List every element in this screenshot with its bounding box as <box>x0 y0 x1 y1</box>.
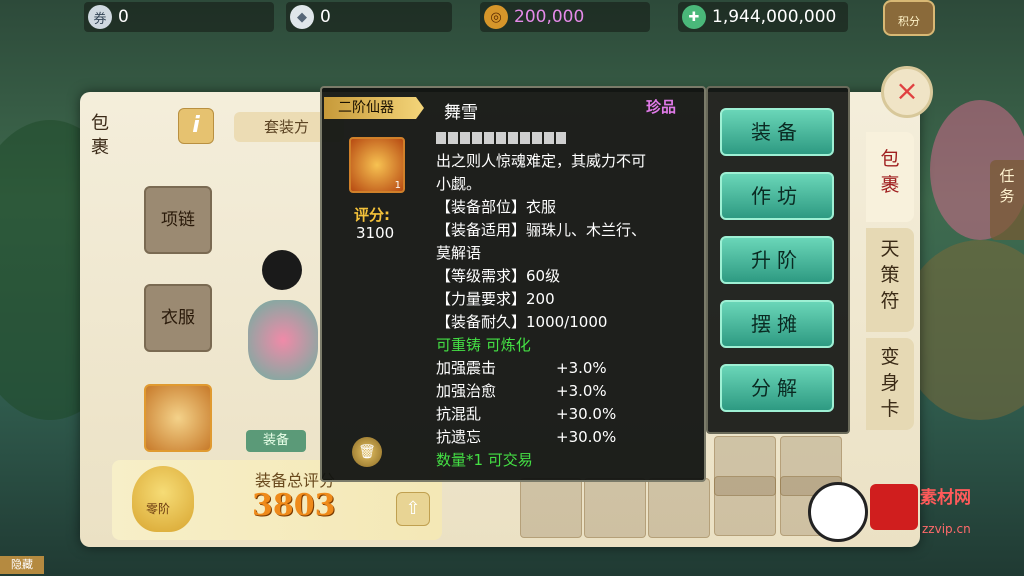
desc-line: 【装备耐久】1000/1000 <box>436 313 608 331</box>
stat-row: 加强震击 +3.0% <box>436 357 696 380</box>
panel-title: 包裹 <box>91 113 109 158</box>
character-body <box>248 300 318 380</box>
hide-chat-button[interactable]: 隐藏 <box>0 556 44 574</box>
resource-value: 0 <box>320 7 331 27</box>
resource-silver-ticket: 券 0 <box>84 2 274 32</box>
inventory-cell[interactable] <box>714 476 776 536</box>
resource-value: 0 <box>118 7 129 27</box>
upgrade-arrow-button[interactable]: ⇧ <box>396 492 430 526</box>
bar-segment <box>496 132 506 144</box>
stat-row: 抗混乱 +30.0% <box>436 403 696 426</box>
clothes-slot[interactable]: 衣服 <box>144 284 212 352</box>
bar-segment <box>448 132 458 144</box>
rank-label: 零阶 <box>146 502 171 516</box>
desc-line: 出之则人惊魂难定，其威力不可 <box>436 152 647 170</box>
score-button-label: 积分 <box>898 15 920 28</box>
bar-segment <box>484 132 494 144</box>
panda-logo <box>808 482 868 542</box>
coin-icon: ◎ <box>484 5 508 29</box>
stat-value: +30.0% <box>556 405 617 423</box>
info-button[interactable]: i <box>178 108 214 144</box>
desc-line: 【装备适用】骊珠儿、木兰行、 <box>436 221 647 239</box>
ticket-icon: 券 <box>88 5 112 29</box>
durability-bars <box>436 132 566 144</box>
stat-value: +3.0% <box>556 382 607 400</box>
bar-segment <box>544 132 554 144</box>
desc-line: 【装备部位】衣服 <box>436 198 557 216</box>
tab-label: 天策符 <box>880 238 900 312</box>
necklace-slot[interactable]: 项链 <box>144 186 212 254</box>
watermark-seal <box>870 484 918 530</box>
stat-name: 抗混乱 <box>436 405 482 423</box>
tab-bag[interactable]: 包裹 <box>866 132 914 222</box>
upgrade-button[interactable]: 升阶 <box>720 236 834 284</box>
up-arrow-icon: ⇧ <box>405 498 421 519</box>
item-icon: 1 <box>349 137 405 193</box>
stat-name: 加强治愈 <box>436 382 497 400</box>
stat-name: 抗遗忘 <box>436 428 482 446</box>
bar-segment <box>460 132 470 144</box>
desc-line: 【等级需求】60级 <box>436 267 561 285</box>
resource-silver-ingot: ◆ 0 <box>286 2 452 32</box>
equip-button[interactable]: 装备 <box>720 108 834 156</box>
tab-label: 包裹 <box>880 148 900 196</box>
resource-gems: ✚ 1,944,000,000 <box>678 2 848 32</box>
resource-value: 1,944,000,000 <box>712 7 837 27</box>
bar-segment <box>556 132 566 144</box>
stat-value: +3.0% <box>556 359 607 377</box>
ingot-icon: ◆ <box>290 5 314 29</box>
reforge-line: 可重铸 可炼化 <box>436 336 531 354</box>
inventory-cell[interactable] <box>584 478 646 538</box>
stat-row: 加强治愈 +3.0% <box>436 380 696 403</box>
desc-line: 小觑。 <box>436 175 482 193</box>
decompose-button[interactable]: 分解 <box>720 364 834 412</box>
bar-segment <box>520 132 530 144</box>
item-name: 舞雪 <box>444 103 478 123</box>
quantity-line: 数量*1 可交易 <box>436 451 533 469</box>
desc-line: 【力量要求】200 <box>436 290 555 308</box>
item-icon-badge: 1 <box>394 180 401 191</box>
close-icon: × <box>895 74 919 107</box>
grade-tag: 二阶仙器 <box>324 97 424 119</box>
task-tab-label: 任务 <box>999 167 1015 205</box>
jade-icon: ✚ <box>682 5 706 29</box>
resource-value: 200,000 <box>514 7 585 27</box>
trash-icon[interactable]: 🗑 <box>352 437 382 467</box>
tab-transform-card[interactable]: 变身卡 <box>866 338 914 430</box>
item-description: 出之则人惊魂难定，其威力不可 小觑。 【装备部位】衣服 【装备适用】骊珠儿、木兰… <box>436 150 696 472</box>
close-button[interactable]: × <box>881 66 933 118</box>
frog-icon[interactable] <box>132 466 194 532</box>
equip-tab[interactable]: 装备 <box>246 430 306 452</box>
workshop-button[interactable]: 作坊 <box>720 172 834 220</box>
tab-label: 变身卡 <box>880 346 900 420</box>
resource-coins: ◎ 200,000 <box>480 2 650 32</box>
stat-value: +30.0% <box>556 428 617 446</box>
stat-row: 抗遗忘 +30.0% <box>436 426 696 449</box>
character-head <box>262 250 302 290</box>
bar-segment <box>508 132 518 144</box>
item-score-label: 评分: <box>354 206 390 224</box>
equipped-item-slot[interactable] <box>144 384 212 452</box>
total-score-value: 3803 <box>252 488 336 523</box>
character-avatar <box>240 240 330 390</box>
score-button[interactable]: 积分 <box>883 0 935 36</box>
bar-segment <box>436 132 446 144</box>
tab-talisman[interactable]: 天策符 <box>866 228 914 332</box>
watermark-url: zzvip.cn <box>922 522 971 536</box>
rarity-badge: 珍品 <box>645 98 676 116</box>
desc-line: 莫解语 <box>436 244 482 262</box>
item-score-value: 3100 <box>356 224 395 242</box>
watermark-text: 素材网 <box>920 488 971 508</box>
inventory-cell[interactable] <box>648 478 710 538</box>
bar-segment <box>532 132 542 144</box>
task-tab[interactable]: 任务 <box>990 160 1024 240</box>
bar-segment <box>472 132 482 144</box>
stall-button[interactable]: 摆摊 <box>720 300 834 348</box>
inventory-cell[interactable] <box>520 478 582 538</box>
stat-name: 加强震击 <box>436 359 497 377</box>
